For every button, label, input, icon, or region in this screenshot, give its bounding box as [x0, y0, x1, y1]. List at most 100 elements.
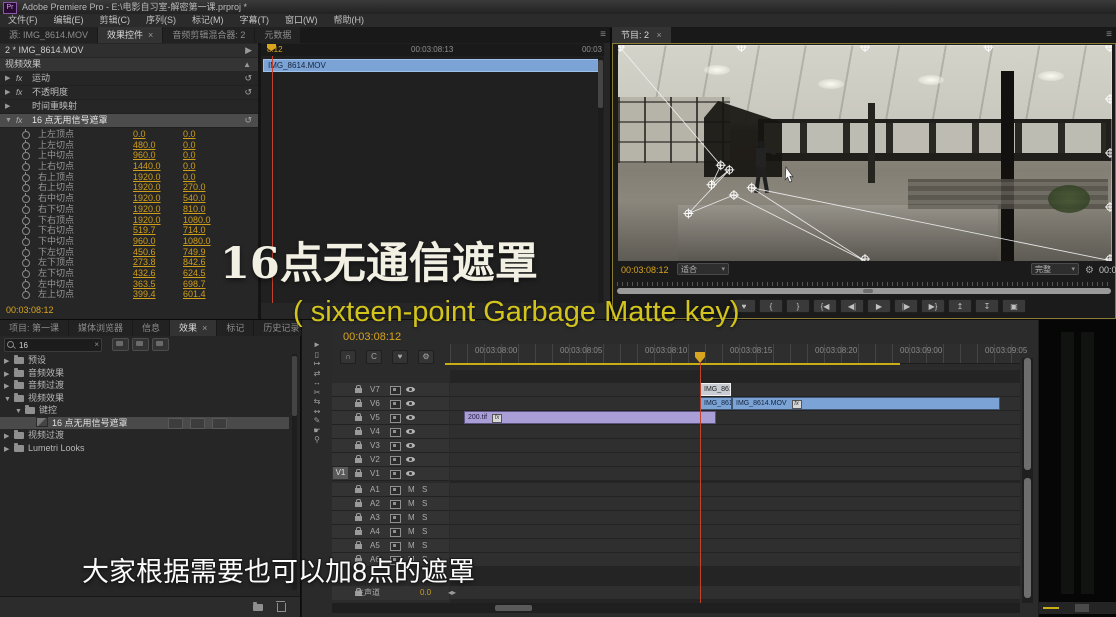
- solo-button[interactable]: S: [422, 525, 427, 538]
- tab-info[interactable]: 信息: [133, 320, 170, 336]
- audio-track-header[interactable]: A3 M S: [332, 511, 449, 525]
- timeline-vertical-scrollbar[interactable]: [1022, 358, 1033, 603]
- yuv-effects-filter-icon[interactable]: [152, 338, 169, 351]
- video-track-header[interactable]: V7: [332, 383, 449, 397]
- menu-item[interactable]: 帮助(H): [326, 14, 373, 27]
- stopwatch-icon[interactable]: [22, 171, 30, 182]
- search-input[interactable]: [17, 339, 91, 351]
- video-track-header[interactable]: V5: [332, 411, 449, 425]
- tree-item[interactable]: ▶ Lumetri Looks: [0, 442, 289, 455]
- audio-track-header[interactable]: A4 M S: [332, 525, 449, 539]
- tab-effect-controls[interactable]: 效果控件 ×: [98, 27, 163, 43]
- sync-lock-icon[interactable]: [390, 528, 401, 537]
- track-lock-icon[interactable]: [355, 441, 362, 449]
- menu-item[interactable]: 窗口(W): [277, 14, 326, 27]
- effect-panel-timecode[interactable]: 00:03:08:12: [6, 305, 54, 315]
- panel-menu-icon[interactable]: ≡: [1106, 27, 1112, 43]
- twirl-icon[interactable]: ▼: [5, 114, 12, 127]
- trash-icon[interactable]: [276, 601, 286, 612]
- timeline-settings-icon[interactable]: ⚙: [418, 350, 434, 364]
- track-output-icon[interactable]: [406, 415, 415, 420]
- mark-in-button[interactable]: {: [759, 299, 783, 313]
- play-button[interactable]: ▶: [867, 299, 891, 313]
- parameter-x-value[interactable]: 1440.0: [133, 161, 177, 172]
- zoom-level-select[interactable]: 适合 ▾: [677, 263, 729, 275]
- effects-search-box[interactable]: ×: [4, 338, 102, 352]
- mini-timeline-clip[interactable]: IMG_8614.MOV: [263, 59, 600, 72]
- new-bin-icon[interactable]: [253, 602, 263, 611]
- timeline-clip[interactable]: IMG_8614.MOV fx: [732, 397, 1000, 410]
- clear-search-icon[interactable]: ×: [94, 339, 99, 350]
- twirl-icon[interactable]: ▶: [5, 72, 10, 85]
- export-frame-button[interactable]: ▣: [1002, 299, 1026, 313]
- mute-button[interactable]: M: [408, 483, 415, 496]
- stopwatch-icon[interactable]: [22, 129, 30, 139]
- stopwatch-icon[interactable]: [22, 225, 30, 236]
- extract-button[interactable]: ↧: [975, 299, 999, 313]
- sync-lock-icon[interactable]: [390, 486, 401, 495]
- parameter-y-value[interactable]: 1080.0: [183, 215, 227, 226]
- linked-selection-icon[interactable]: C: [366, 350, 382, 364]
- step-back-button[interactable]: ◀|: [840, 299, 864, 313]
- twirl-icon[interactable]: ▶: [5, 86, 10, 99]
- mute-button[interactable]: M: [408, 497, 415, 510]
- tab-program-monitor[interactable]: 节目: 2 ×: [612, 27, 671, 43]
- tab-metadata[interactable]: 元数据: [255, 27, 301, 43]
- parameter-x-value[interactable]: 399.4: [133, 289, 177, 300]
- menu-item[interactable]: 序列(S): [138, 14, 184, 27]
- parameter-y-value[interactable]: 810.0: [183, 204, 227, 215]
- tree-item[interactable]: ▶ 预设: [0, 354, 289, 367]
- tree-item[interactable]: ▼ 视频效果: [0, 392, 289, 405]
- parameter-x-value[interactable]: 1920.0: [133, 193, 177, 204]
- parameter-x-value[interactable]: 480.0: [133, 140, 177, 151]
- timeline-timecode[interactable]: 00:03:08:12: [343, 331, 401, 343]
- track-lock-icon[interactable]: [355, 469, 362, 477]
- tree-item[interactable]: ▶ 视频过渡: [0, 429, 289, 442]
- track-lock-icon[interactable]: [355, 413, 362, 421]
- program-video-frame[interactable]: [618, 45, 1112, 261]
- tab-markers[interactable]: 标记: [217, 320, 254, 336]
- zoom-tool[interactable]: ⚲: [302, 435, 332, 444]
- track-lock-icon[interactable]: [355, 541, 362, 549]
- parameter-y-value[interactable]: 0.0: [183, 140, 227, 151]
- track-output-icon[interactable]: [406, 457, 415, 462]
- go-to-in-button[interactable]: {◀: [813, 299, 837, 313]
- parameter-x-value[interactable]: 1920.0: [133, 172, 177, 183]
- sync-lock-icon[interactable]: [390, 414, 401, 423]
- panel-menu-icon[interactable]: ≡: [600, 29, 606, 40]
- sync-lock-icon[interactable]: [390, 428, 401, 437]
- track-select-tool[interactable]: ▯: [302, 350, 332, 359]
- effect-row[interactable]: ▶ fx 不透明度 ↺: [0, 86, 258, 100]
- pen-tool[interactable]: ✎: [302, 416, 332, 425]
- tab-project[interactable]: 项目: 第一课: [0, 320, 69, 336]
- source-patch[interactable]: V1: [333, 467, 348, 479]
- effect-row[interactable]: ▼ fx 16 点无用信号遮罩 ↺: [0, 114, 258, 128]
- sync-lock-icon[interactable]: [390, 400, 401, 409]
- menu-item[interactable]: 剪辑(C): [92, 14, 139, 27]
- slip-tool[interactable]: ⇆: [302, 397, 332, 406]
- stopwatch-icon[interactable]: [22, 278, 30, 289]
- track-output-icon[interactable]: [406, 387, 415, 392]
- stopwatch-icon[interactable]: [22, 214, 30, 225]
- menu-item[interactable]: 字幕(T): [232, 14, 278, 27]
- rolling-edit-tool[interactable]: ⇄: [302, 369, 332, 378]
- menu-item[interactable]: 编辑(E): [46, 14, 92, 27]
- program-timecode[interactable]: 00:03:08:12: [621, 263, 669, 277]
- reset-icon[interactable]: ↺: [244, 72, 252, 85]
- stopwatch-icon[interactable]: [22, 139, 30, 150]
- track-lock-icon[interactable]: [355, 455, 362, 463]
- add-marker-icon[interactable]: ♥: [392, 350, 408, 364]
- parameter-x-value[interactable]: 1920.0: [133, 215, 177, 226]
- parameter-x-value[interactable]: 273.8: [133, 257, 177, 268]
- stopwatch-icon[interactable]: [22, 235, 30, 246]
- video-effects-group-header[interactable]: 视频效果 ▲: [0, 58, 258, 71]
- slide-tool[interactable]: ↭: [302, 407, 332, 416]
- parameter-x-value[interactable]: 432.6: [133, 268, 177, 279]
- timeline-clip[interactable]: 200.tif fx: [464, 411, 716, 424]
- effect-row[interactable]: ▶ 时间重映射: [0, 100, 258, 114]
- collapse-icon[interactable]: ▲: [243, 58, 251, 71]
- parameter-x-value[interactable]: 1920.0: [133, 204, 177, 215]
- razor-tool[interactable]: ✂: [302, 388, 332, 397]
- stopwatch-icon[interactable]: [22, 161, 30, 172]
- matte-handles[interactable]: [618, 45, 1112, 261]
